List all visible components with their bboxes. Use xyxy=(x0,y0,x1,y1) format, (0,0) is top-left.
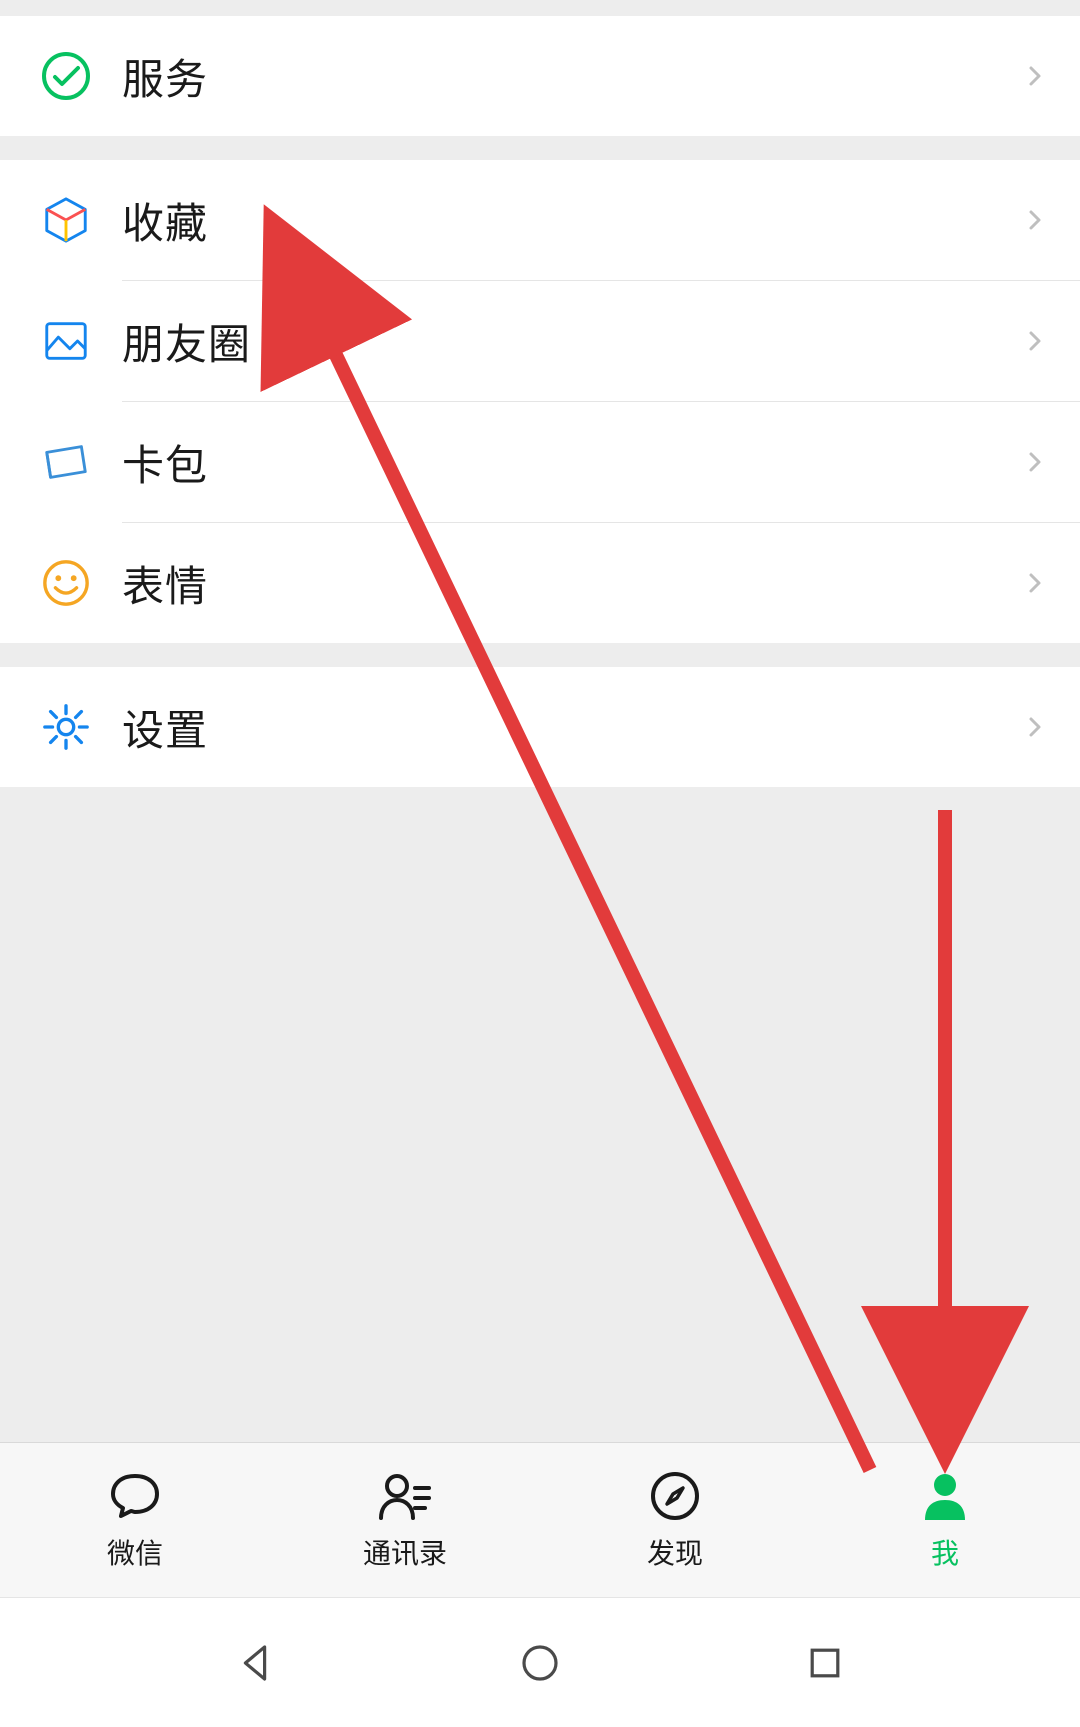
tab-chats[interactable]: 微信 xyxy=(0,1468,270,1572)
tab-discover-label: 发现 xyxy=(647,1532,703,1572)
chevron-right-icon xyxy=(1020,61,1050,91)
section-middle: 收藏 朋友圈 xyxy=(0,160,1080,643)
favorites-icon xyxy=(40,194,92,246)
row-cards-label: 卡包 xyxy=(122,432,1020,493)
row-stickers[interactable]: 表情 xyxy=(0,523,1080,643)
row-favorites[interactable]: 收藏 xyxy=(0,160,1080,280)
section-services: 服务 xyxy=(0,16,1080,136)
nav-home-icon[interactable] xyxy=(510,1633,570,1693)
row-settings-label: 设置 xyxy=(122,697,1020,758)
section-settings: 设置 xyxy=(0,667,1080,787)
tab-me[interactable]: 我 xyxy=(810,1468,1080,1572)
chevron-right-icon xyxy=(1020,712,1050,742)
row-stickers-label: 表情 xyxy=(122,553,1020,614)
row-cards[interactable]: 卡包 xyxy=(0,402,1080,522)
nav-back-icon[interactable] xyxy=(225,1633,285,1693)
chevron-right-icon xyxy=(1020,205,1050,235)
tab-me-label: 我 xyxy=(931,1532,959,1572)
row-services-label: 服务 xyxy=(122,46,1020,107)
stickers-icon xyxy=(40,557,92,609)
system-nav-bar xyxy=(0,1597,1080,1727)
chevron-right-icon xyxy=(1020,447,1050,477)
row-services[interactable]: 服务 xyxy=(0,16,1080,136)
chat-bubble-icon xyxy=(107,1468,163,1524)
tab-contacts[interactable]: 通讯录 xyxy=(270,1468,540,1572)
tab-bar: 微信 通讯录 发现 xyxy=(0,1442,1080,1597)
cards-icon xyxy=(40,436,92,488)
row-moments[interactable]: 朋友圈 xyxy=(0,281,1080,401)
contacts-icon xyxy=(377,1468,433,1524)
nav-recent-icon[interactable] xyxy=(795,1633,855,1693)
spacer xyxy=(0,0,1080,16)
row-favorites-label: 收藏 xyxy=(122,190,1020,251)
chevron-right-icon xyxy=(1020,568,1050,598)
spacer xyxy=(0,136,1080,160)
content-filler xyxy=(0,787,1080,1442)
row-moments-label: 朋友圈 xyxy=(122,311,1020,372)
row-settings[interactable]: 设置 xyxy=(0,667,1080,787)
spacer xyxy=(0,643,1080,667)
services-icon xyxy=(40,50,92,102)
tab-discover[interactable]: 发现 xyxy=(540,1468,810,1572)
person-icon xyxy=(917,1468,973,1524)
settings-icon xyxy=(40,701,92,753)
tab-chats-label: 微信 xyxy=(107,1532,163,1572)
tab-contacts-label: 通讯录 xyxy=(363,1532,447,1572)
chevron-right-icon xyxy=(1020,326,1050,356)
compass-icon xyxy=(647,1468,703,1524)
moments-icon xyxy=(40,315,92,367)
